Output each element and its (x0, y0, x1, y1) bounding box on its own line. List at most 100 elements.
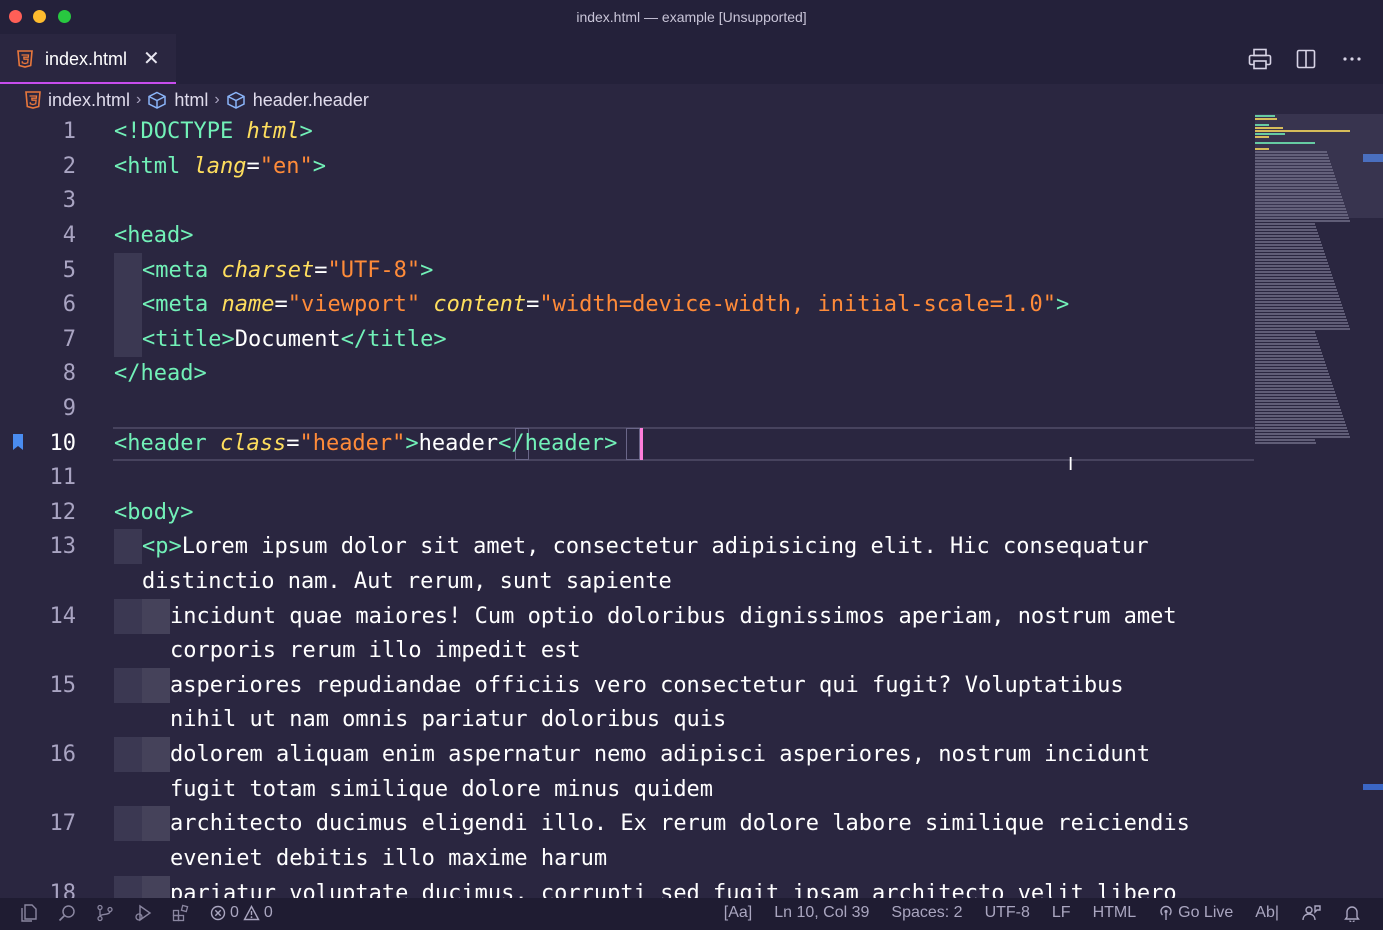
minimap-line (1255, 289, 1337, 291)
bookmark-icon[interactable] (12, 433, 24, 451)
more-actions-icon[interactable] (1339, 46, 1365, 72)
code-line: asperiores repudiandae officiis vero con… (170, 673, 1124, 698)
minimap-line (1255, 316, 1346, 318)
chevron-right-icon: › (214, 91, 220, 108)
minimap-line (1255, 268, 1330, 270)
minimap-line (1255, 256, 1326, 258)
eol-setting[interactable]: LF (1052, 904, 1071, 922)
minimap-line (1255, 313, 1345, 315)
tab-close-icon[interactable]: ✕ (143, 46, 160, 71)
minimap-line (1255, 307, 1343, 309)
code-line-wrapped: nihil ut nam omnis pariatur doloribus qu… (170, 707, 727, 732)
minimap-line (1255, 184, 1338, 186)
minimap[interactable] (1255, 114, 1365, 474)
line-number: 15 (49, 673, 77, 698)
minimap-line (1255, 322, 1348, 324)
minimap-line (1255, 208, 1346, 210)
minimap-line (1255, 397, 1337, 399)
tab-bar: index.html ✕ (0, 34, 1383, 84)
explorer-icon[interactable] (20, 904, 38, 922)
minimap-line (1255, 271, 1331, 273)
spell-check-indicator[interactable]: Ab| (1255, 904, 1279, 922)
editor-actions (1247, 46, 1365, 72)
breadcrumb-item-html[interactable]: html (147, 90, 208, 111)
line-number: 9 (62, 396, 76, 421)
code-line: dolorem aliquam enim aspernatur nemo adi… (170, 742, 1151, 767)
line-number: 8 (62, 361, 76, 386)
minimap-line (1255, 247, 1323, 249)
minimap-line (1255, 142, 1315, 144)
minimap-line (1255, 193, 1341, 195)
minimap-line (1255, 250, 1324, 252)
minimap-line (1255, 238, 1320, 240)
indent-guide (114, 253, 142, 357)
search-icon[interactable] (58, 904, 76, 922)
feedback-icon[interactable] (1301, 904, 1321, 922)
line-number: 7 (62, 327, 76, 352)
cursor-position[interactable]: Ln 10, Col 39 (774, 904, 869, 922)
tab-index-html[interactable]: index.html ✕ (0, 34, 176, 84)
minimap-line (1255, 166, 1332, 168)
minimap-line (1255, 310, 1344, 312)
print-icon[interactable] (1247, 46, 1273, 72)
minimap-line (1255, 151, 1327, 153)
encoding-setting[interactable]: UTF-8 (985, 904, 1030, 922)
minimap-line (1255, 295, 1339, 297)
code-line-wrapped: distinctio nam. Aut rerum, sunt sapiente (142, 569, 672, 594)
minimap-line (1255, 223, 1315, 225)
minimap-line (1255, 376, 1330, 378)
match-case-toggle[interactable]: [Aa] (724, 904, 752, 922)
indent-guide (142, 876, 170, 898)
minimap-line (1255, 187, 1339, 189)
minimap-line (1255, 265, 1329, 267)
minimap-line (1255, 334, 1316, 336)
minimap-line (1255, 190, 1340, 192)
line-number: 1 (62, 119, 76, 144)
minimap-line (1255, 244, 1322, 246)
source-control-icon[interactable] (96, 904, 114, 922)
notifications-bell-icon[interactable] (1343, 904, 1361, 922)
minimap-line (1255, 136, 1269, 138)
code-line: pariatur voluptate ducimus, corrupti sed… (170, 881, 1177, 898)
html5-icon (17, 50, 33, 68)
run-debug-icon[interactable] (134, 904, 152, 922)
code-line: <body> (114, 500, 194, 525)
minimap-line (1255, 439, 1315, 441)
minimap-line (1255, 436, 1350, 438)
code-line: <head> (114, 223, 194, 248)
extensions-icon[interactable] (172, 904, 190, 922)
code-line: <p>Lorem ipsum dolor sit amet, consectet… (142, 534, 1149, 559)
indent-guide (114, 529, 142, 564)
warning-icon (243, 905, 260, 921)
indentation-setting[interactable]: Spaces: 2 (891, 904, 962, 922)
minimap-line (1255, 409, 1341, 411)
minimap-line (1255, 157, 1329, 159)
go-live-button[interactable]: Go Live (1158, 904, 1233, 922)
split-editor-icon[interactable] (1293, 46, 1319, 72)
breadcrumb-file[interactable]: index.html (25, 90, 130, 111)
code-editor[interactable]: 1 2 3 4 5 6 7 8 9 10 11 12 13 14 15 16 1… (0, 114, 1383, 898)
minimap-line (1255, 286, 1336, 288)
minimap-line (1255, 229, 1317, 231)
symbol-element-icon (226, 91, 246, 109)
minimap-line (1255, 421, 1345, 423)
minimap-line (1255, 205, 1345, 207)
language-mode[interactable]: HTML (1093, 904, 1137, 922)
problems-indicator[interactable]: 0 0 (210, 904, 273, 922)
minimap-line (1255, 196, 1342, 198)
broadcast-icon (1158, 905, 1174, 921)
minimap-line (1255, 178, 1336, 180)
minimap-line (1255, 418, 1344, 420)
line-number: 4 (62, 223, 76, 248)
minimap-line (1255, 298, 1340, 300)
breadcrumb-item-header[interactable]: header.header (226, 90, 369, 111)
minimap-line (1255, 160, 1330, 162)
line-number: 12 (49, 500, 77, 525)
minimap-line (1255, 154, 1328, 156)
breadcrumb: index.html › html › header.header (0, 84, 1383, 116)
code-line: <meta name="viewport" content="width=dev… (142, 292, 1070, 317)
minimap-line (1255, 202, 1344, 204)
line-number: 3 (62, 188, 76, 213)
minimap-line (1255, 358, 1324, 360)
minimap-line (1255, 292, 1338, 294)
